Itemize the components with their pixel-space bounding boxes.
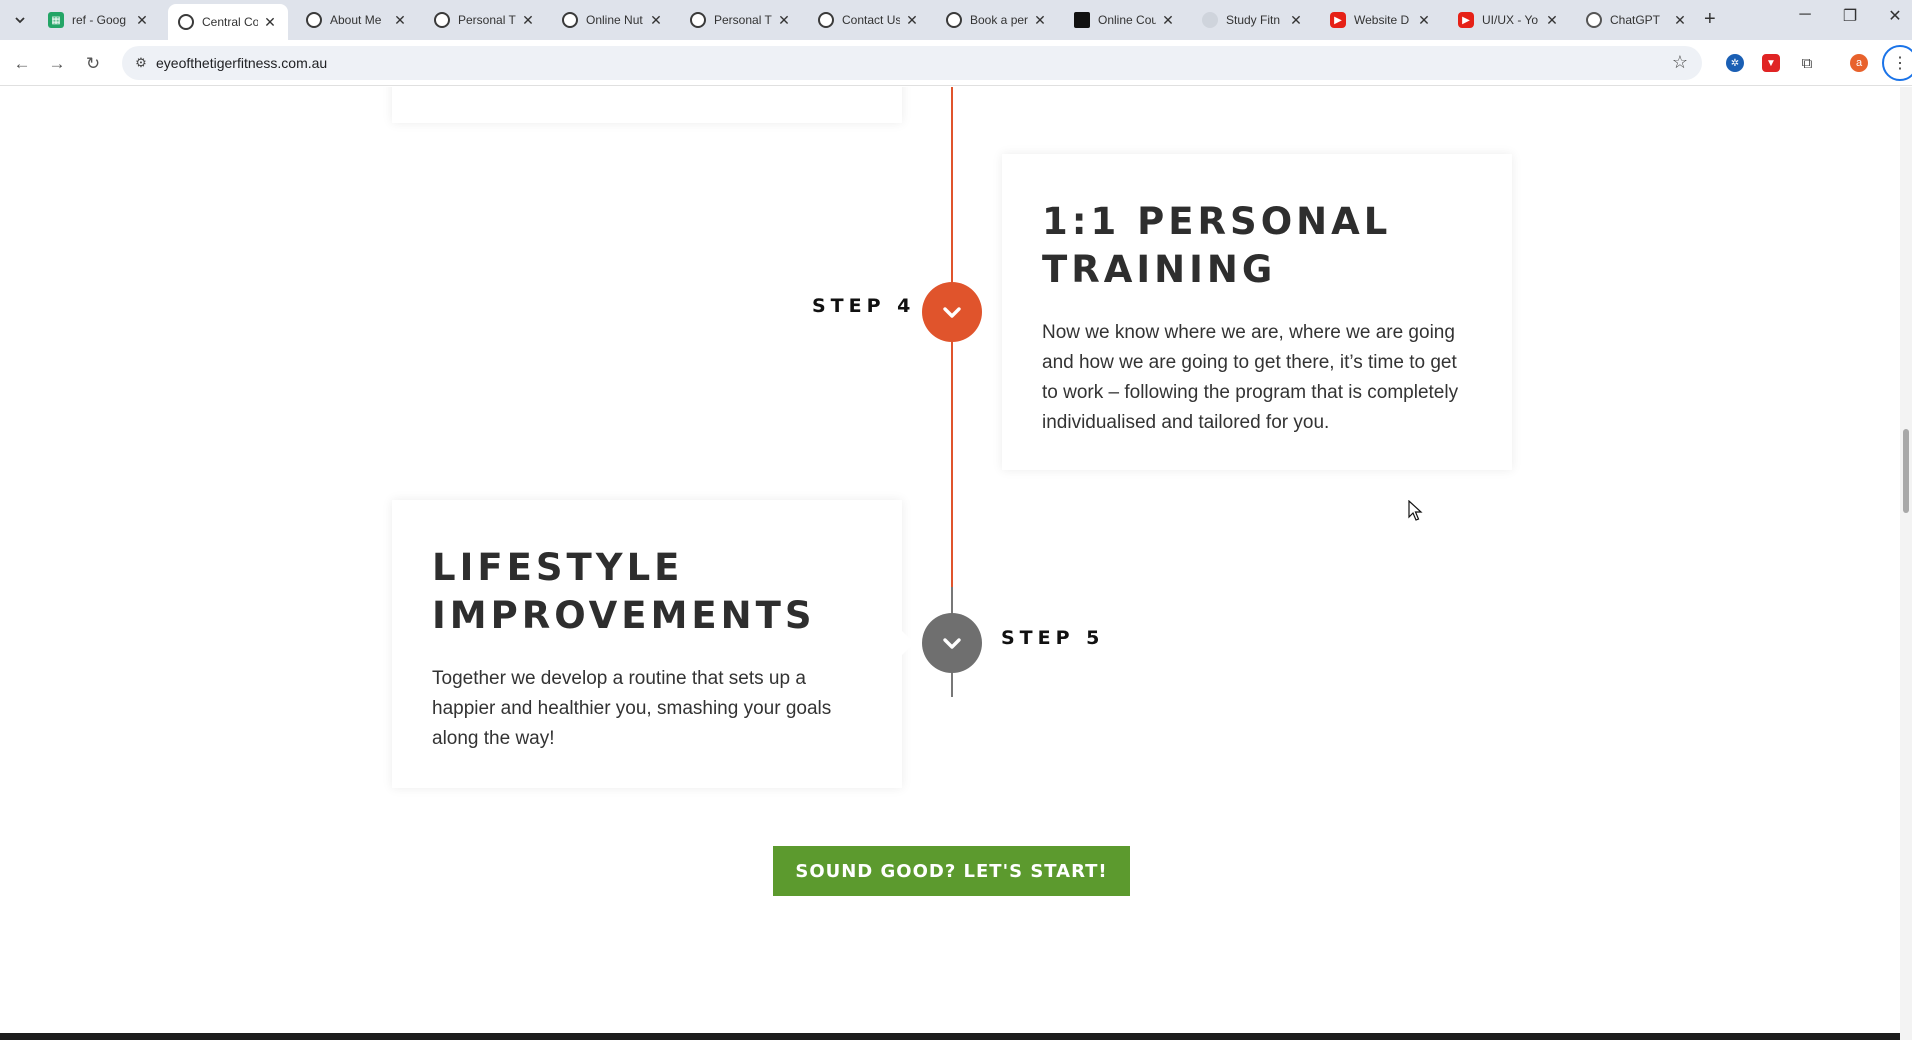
page-content: STEP 4 1:1 PERSONAL TRAINING Now we know… bbox=[0, 87, 1900, 1040]
step-4-label: STEP 4 bbox=[812, 295, 916, 317]
chevron-down-icon bbox=[15, 17, 25, 24]
scrollbar-thumb[interactable] bbox=[1903, 429, 1909, 513]
close-window-button[interactable]: ✕ bbox=[1875, 6, 1912, 26]
study-icon bbox=[1202, 12, 1218, 28]
tiger-icon bbox=[434, 12, 450, 28]
close-tab-icon[interactable]: ✕ bbox=[1416, 12, 1432, 29]
sheets-icon: ▦ bbox=[48, 12, 64, 28]
footer-edge bbox=[0, 1033, 1900, 1040]
close-tab-icon[interactable]: ✕ bbox=[904, 12, 920, 29]
browser-tab-strip: ▦ ref - Goog ✕ Central Co ✕ About Me ✕ P… bbox=[0, 0, 1912, 40]
dark-site-icon bbox=[1074, 12, 1090, 28]
reload-button[interactable]: ↻ bbox=[81, 52, 105, 76]
minimize-button[interactable]: ─ bbox=[1785, 6, 1825, 24]
tab-personal-training[interactable]: Personal T ✕ bbox=[424, 4, 546, 36]
bookmark-star-icon[interactable]: ☆ bbox=[1672, 52, 1688, 73]
browser-toolbar: ← → ↻ ⚙ eyeofthetigerfitness.com.au ☆ ✲ … bbox=[0, 40, 1912, 86]
browser-menu-button[interactable]: ⋮ bbox=[1882, 45, 1912, 81]
tiger-icon bbox=[818, 12, 834, 28]
tiger-icon bbox=[178, 14, 194, 30]
tab-online-nutrition[interactable]: Online Nut ✕ bbox=[552, 4, 674, 36]
extension-shield-icon[interactable]: ▼ bbox=[1762, 54, 1780, 72]
step-5-card: LIFESTYLE IMPROVEMENTS Together we devel… bbox=[392, 500, 902, 788]
close-tab-icon[interactable]: ✕ bbox=[392, 12, 408, 29]
tiger-icon bbox=[690, 12, 706, 28]
site-info-icon[interactable]: ⚙ bbox=[132, 54, 150, 72]
close-tab-icon[interactable]: ✕ bbox=[1288, 12, 1304, 29]
step-5-marker bbox=[922, 613, 982, 673]
step-4-card: 1:1 PERSONAL TRAINING Now we know where … bbox=[1002, 154, 1512, 470]
close-tab-icon[interactable]: ✕ bbox=[776, 12, 792, 29]
step-5-title-line-2: IMPROVEMENTS bbox=[432, 594, 816, 637]
forward-arrow-icon: → bbox=[48, 54, 66, 73]
tab-central-coast[interactable]: Central Co ✕ bbox=[168, 4, 288, 40]
previous-step-card bbox=[392, 87, 902, 123]
youtube-icon: ▶ bbox=[1330, 12, 1346, 28]
lets-start-button[interactable]: SOUND GOOD? LET'S START! bbox=[773, 846, 1130, 896]
back-arrow-icon: ← bbox=[13, 54, 31, 73]
step-5-title: LIFESTYLE IMPROVEMENTS bbox=[432, 544, 862, 640]
extensions-puzzle-icon[interactable]: ⧉ bbox=[1798, 54, 1816, 72]
back-button[interactable]: ← bbox=[10, 52, 34, 76]
tab-book-a-session[interactable]: Book a per ✕ bbox=[936, 4, 1058, 36]
new-tab-button[interactable]: + bbox=[1704, 8, 1716, 31]
page-scrollbar[interactable] bbox=[1900, 87, 1912, 1040]
chevron-down-icon bbox=[943, 638, 961, 649]
restore-button[interactable]: ❐ bbox=[1830, 6, 1870, 26]
step-4-marker bbox=[922, 282, 982, 342]
step-5-description: Together we develop a routine that sets … bbox=[432, 668, 832, 749]
tab-website-design-youtube[interactable]: ▶ Website D ✕ bbox=[1320, 4, 1442, 36]
tiger-icon bbox=[306, 12, 322, 28]
kebab-menu-icon: ⋮ bbox=[1892, 55, 1908, 72]
tab-uiux-youtube[interactable]: ▶ UI/UX - Yo ✕ bbox=[1448, 4, 1570, 36]
close-tab-icon[interactable]: ✕ bbox=[1032, 12, 1048, 29]
tab-personal-training-2[interactable]: Personal T ✕ bbox=[680, 4, 802, 36]
step-4-title: 1:1 PERSONAL TRAINING bbox=[1042, 198, 1472, 294]
chevron-down-icon bbox=[943, 307, 961, 318]
close-tab-icon[interactable]: ✕ bbox=[520, 12, 536, 29]
close-tab-icon[interactable]: ✕ bbox=[262, 14, 278, 31]
close-tab-icon[interactable]: ✕ bbox=[1160, 12, 1176, 29]
extension-icon-blue[interactable]: ✲ bbox=[1726, 54, 1744, 72]
tab-about-me[interactable]: About Me ✕ bbox=[296, 4, 418, 36]
chatgpt-icon bbox=[1586, 12, 1602, 28]
youtube-icon: ▶ bbox=[1458, 12, 1474, 28]
step-4-title-line-1: 1:1 PERSONAL bbox=[1042, 200, 1392, 243]
address-bar[interactable]: ⚙ eyeofthetigerfitness.com.au ☆ bbox=[122, 46, 1702, 80]
step-4-description: Now we know where we are, where we are g… bbox=[1042, 322, 1459, 433]
tab-search-button[interactable] bbox=[6, 8, 34, 32]
tab-ref-google-sheets[interactable]: ▦ ref - Goog ✕ bbox=[38, 4, 160, 36]
mouse-cursor-icon bbox=[1408, 500, 1423, 521]
card-pointer bbox=[902, 631, 914, 655]
close-tab-icon[interactable]: ✕ bbox=[1672, 12, 1688, 29]
tab-chatgpt[interactable]: ChatGPT ✕ bbox=[1576, 4, 1698, 36]
tiger-icon bbox=[946, 12, 962, 28]
step-5-title-line-1: LIFESTYLE bbox=[432, 546, 684, 589]
tiger-icon bbox=[562, 12, 578, 28]
url-text[interactable]: eyeofthetigerfitness.com.au bbox=[156, 55, 327, 71]
step-4-title-line-2: TRAINING bbox=[1042, 248, 1277, 291]
forward-button[interactable]: → bbox=[45, 52, 69, 76]
step-5-label: STEP 5 bbox=[1001, 627, 1105, 649]
profile-avatar[interactable]: a bbox=[1850, 54, 1868, 72]
tab-online-course[interactable]: Online Cou ✕ bbox=[1064, 4, 1186, 36]
tab-study-fitness[interactable]: Study Fitn ✕ bbox=[1192, 4, 1314, 36]
close-tab-icon[interactable]: ✕ bbox=[1544, 12, 1560, 29]
reload-icon: ↻ bbox=[85, 54, 101, 73]
card-pointer bbox=[990, 300, 1002, 324]
tab-contact-us[interactable]: Contact Us ✕ bbox=[808, 4, 930, 36]
close-tab-icon[interactable]: ✕ bbox=[134, 12, 150, 29]
close-tab-icon[interactable]: ✕ bbox=[648, 12, 664, 29]
